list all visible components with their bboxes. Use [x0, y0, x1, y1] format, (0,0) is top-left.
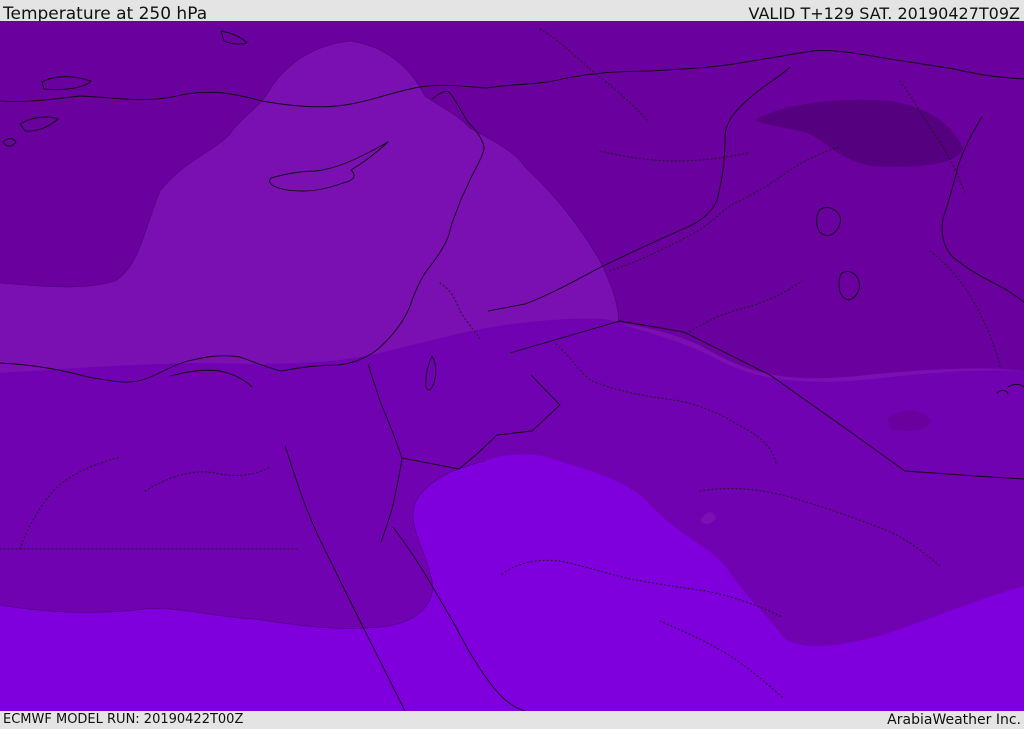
temperature-map-svg — [0, 21, 1024, 711]
footer-bar: ECMWF MODEL RUN: 20190422T00Z ArabiaWeat… — [0, 711, 1024, 729]
temperature-map — [0, 21, 1024, 711]
header-bar: Temperature at 250 hPa VALID T+129 SAT. … — [0, 0, 1024, 24]
forecast-map-screen: Temperature at 250 hPa VALID T+129 SAT. … — [0, 0, 1024, 729]
credit-label: ArabiaWeather Inc. — [887, 712, 1021, 728]
model-run-label: ECMWF MODEL RUN: 20190422T00Z — [3, 712, 244, 727]
